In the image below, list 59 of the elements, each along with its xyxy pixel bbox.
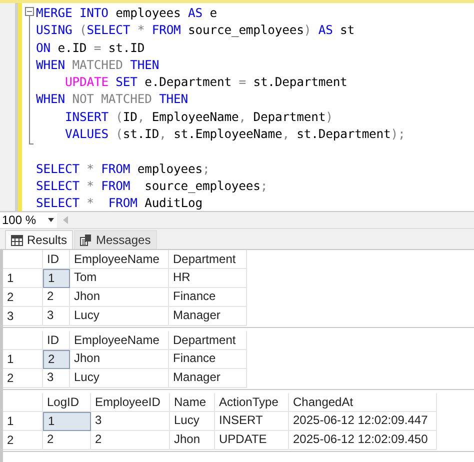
table-cell: Jhon (170, 431, 215, 450)
table-cell: 2 (43, 431, 91, 450)
table-cell: 3 (91, 412, 170, 431)
table-cell: 2025-06-12 12:02:09.447 (289, 412, 437, 431)
row-number[interactable]: 3 (3, 307, 43, 326)
table-cell: Finance (169, 288, 247, 307)
row-number[interactable]: 2 (3, 431, 43, 450)
table-cell: Manager (169, 369, 247, 388)
row-number[interactable]: 2 (3, 288, 43, 307)
table-cell: Jhon (70, 350, 169, 369)
table-cell: 3 (43, 307, 70, 326)
column-header[interactable]: EmployeeName (70, 331, 169, 350)
table-cell: 1 (43, 269, 70, 288)
column-header[interactable]: ActionType (215, 393, 289, 412)
code-line: SELECT * FROM source_employees; (36, 178, 268, 195)
caret-icon (48, 218, 54, 222)
column-header[interactable]: EmployeeID (91, 393, 170, 412)
scroll-left-icon[interactable] (63, 216, 68, 224)
table-cell: 3 (43, 369, 70, 388)
column-header[interactable]: Name (170, 393, 215, 412)
code-line: WHEN MATCHED THEN (36, 56, 160, 74)
table-cell: 2025-06-12 12:02:09.450 (289, 431, 437, 450)
table-cell: Jhon (70, 288, 169, 307)
column-header[interactable]: Department (169, 250, 247, 269)
zoom-dropdown[interactable]: 100 % (0, 212, 57, 228)
corner-header[interactable] (3, 250, 43, 269)
table-cell: Manager (169, 307, 247, 326)
collapse-outline-icon[interactable] (24, 7, 34, 145)
table-cell: 2 (43, 288, 70, 307)
table-cell: Lucy (70, 369, 169, 388)
table-cell: INSERT (215, 412, 289, 431)
table-cell: 2 (91, 431, 170, 450)
column-header[interactable]: ChangedAt (289, 393, 437, 412)
table-cell: HR (169, 269, 247, 288)
table-cell: UPDATE (215, 431, 289, 450)
code-line: UPDATE SET e.Department = st.Department (64, 74, 348, 92)
document-icon (80, 234, 92, 246)
table-cell: Tom (70, 269, 169, 288)
code-line: VALUES (st.ID, st.EmployeeName, st.Department); (64, 126, 406, 144)
table-cell: 1 (43, 412, 91, 431)
corner-header[interactable] (3, 393, 43, 412)
row-number[interactable]: 2 (3, 369, 43, 388)
table-cell: Lucy (70, 307, 169, 326)
table-cell: 2 (43, 350, 70, 369)
code-line: INSERT (ID, EmployeeName, Department) (64, 108, 333, 126)
code-line: USING (SELECT * FROM source_employees) AS st (36, 22, 355, 40)
results-tab[interactable]: Messages (74, 230, 157, 249)
code-line: SELECT * FROM employees; (36, 160, 210, 178)
code-line: SELECT * FROM AuditLog (36, 195, 202, 212)
column-header[interactable]: EmployeeName (70, 250, 169, 269)
table-cell: Finance (169, 350, 247, 369)
column-header[interactable]: Department (169, 331, 247, 350)
table-cell: Lucy (170, 412, 215, 431)
results-tab[interactable]: Results (5, 230, 74, 249)
code-line: MERGE INTO employees AS e (36, 5, 217, 22)
code-line: ON e.ID = st.ID (36, 40, 145, 57)
corner-header[interactable] (3, 331, 43, 350)
code-line: WHEN NOT MATCHED THEN (36, 91, 188, 108)
grid-icon (11, 234, 23, 246)
